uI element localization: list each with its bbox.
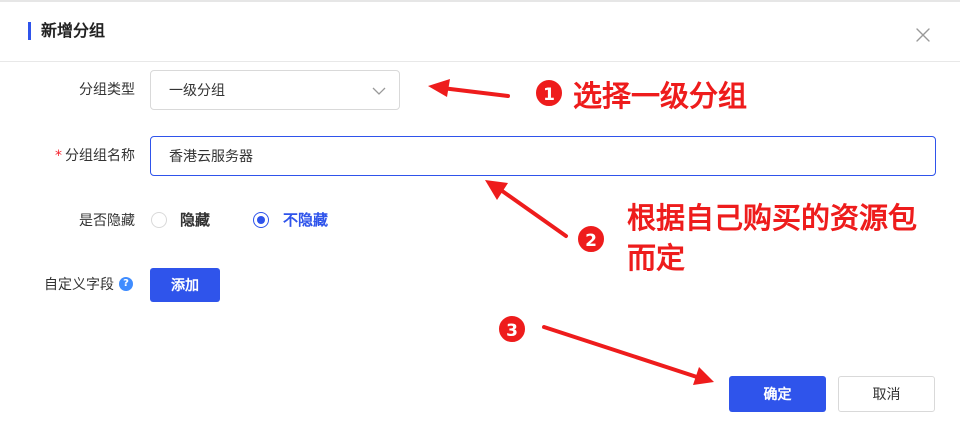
confirm-button[interactable]: 确定 <box>729 376 826 412</box>
group-name-input[interactable] <box>150 136 936 176</box>
radio-hidden[interactable] <box>151 212 167 228</box>
chevron-down-icon <box>372 87 386 95</box>
radio-not-hidden[interactable] <box>253 212 269 228</box>
close-icon[interactable] <box>915 27 931 43</box>
radio-hidden-label[interactable]: 隐藏 <box>180 210 210 230</box>
custom-fields-label: 自定义字段 <box>44 277 114 293</box>
annotation-badge-2: 2 <box>576 224 606 254</box>
annotation-text-2-line1: 根据自己购买的资源包 <box>627 201 918 235</box>
group-type-value: 一级分组 <box>169 83 225 99</box>
arrow-3 <box>542 325 714 385</box>
annotation-text-2-line2: 而定 <box>627 241 686 275</box>
dialog-title: 新增分组 <box>41 21 106 40</box>
cancel-button[interactable]: 取消 <box>838 376 935 412</box>
annotation-badge-1: 1 <box>534 78 564 108</box>
group-type-label: 分组类型 <box>79 82 135 98</box>
arrow-2 <box>485 180 568 238</box>
add-field-button[interactable]: 添加 <box>150 268 220 302</box>
arrow-1 <box>428 79 510 98</box>
hidden-label: 是否隐藏 <box>79 213 135 229</box>
title-accent-bar <box>28 22 31 40</box>
dialog-header: 新增分组 <box>0 0 960 62</box>
group-type-select[interactable]: 一级分组 <box>150 70 400 110</box>
question-circle-icon[interactable]: ? <box>119 277 133 291</box>
group-name-label: * 分组组名称 <box>15 146 135 166</box>
required-mark: * <box>55 148 62 164</box>
group-name-label-text: 分组组名称 <box>65 148 135 164</box>
radio-not-hidden-label[interactable]: 不隐藏 <box>283 210 328 230</box>
annotation-text-1: 选择一级分组 <box>573 79 748 113</box>
annotation-badge-3: 3 <box>497 314 527 344</box>
